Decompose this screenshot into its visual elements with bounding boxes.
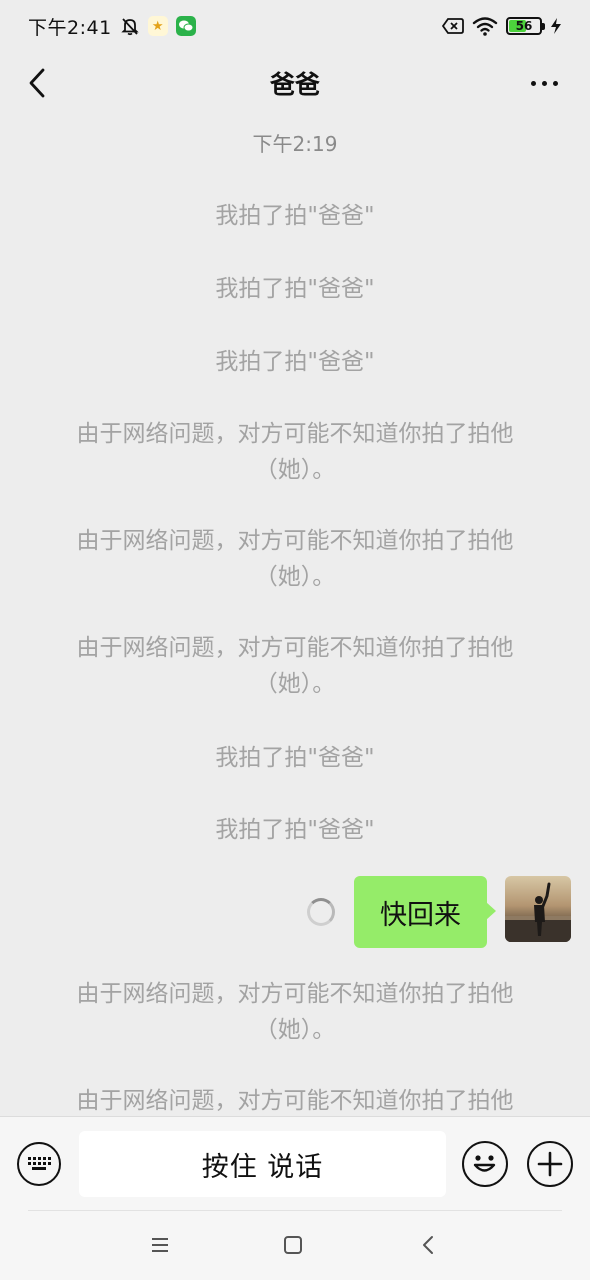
message-timestamp: 下午2:19 xyxy=(252,132,338,156)
back-triangle-icon xyxy=(423,1236,433,1254)
keyboard-toggle-button[interactable] xyxy=(17,1142,61,1186)
system-message: 我拍了拍"爸爸" xyxy=(215,817,375,843)
battery-icon: 56 xyxy=(506,17,545,35)
emoji-button[interactable] xyxy=(462,1141,508,1187)
keyboard-icon xyxy=(28,1157,51,1170)
input-bar: 按住 说话 xyxy=(0,1116,590,1210)
back-chevron-icon xyxy=(29,68,45,98)
system-nav-bar xyxy=(0,1210,590,1280)
system-message: 由于网络问题，对方可能不知道你拍了拍他 xyxy=(76,1088,514,1114)
wechat-icon xyxy=(175,16,196,36)
avatar-photo xyxy=(505,882,571,942)
more-dot xyxy=(541,80,547,86)
plus-icon xyxy=(537,1151,563,1177)
hold-to-talk-button[interactable]: 按住 说话 xyxy=(79,1131,446,1197)
status-time: 下午2:41 xyxy=(28,16,112,39)
status-left: 下午2:41 ★ xyxy=(28,13,196,40)
system-message: 我拍了拍"爸爸" xyxy=(215,203,375,229)
home-square-icon xyxy=(284,1236,302,1254)
gift-app-icon: ★ xyxy=(147,16,168,36)
menu-icon xyxy=(152,1238,168,1252)
system-message: 由于网络问题，对方可能不知道你拍了拍他（她）。 xyxy=(76,635,514,697)
system-message: 由于网络问题，对方可能不知道你拍了拍他（她）。 xyxy=(76,421,514,483)
more-button[interactable] xyxy=(524,64,564,102)
system-message: 我拍了拍"爸爸" xyxy=(215,745,375,771)
more-functions-button[interactable] xyxy=(527,1141,573,1187)
nav-home-button[interactable] xyxy=(280,1232,306,1258)
sim-x-icon xyxy=(442,17,464,35)
sent-message-bubble[interactable]: 快回来 xyxy=(354,876,496,948)
system-message: 由于网络问题，对方可能不知道你拍了拍他（她）。 xyxy=(76,528,514,590)
chat-header: 爸爸 xyxy=(0,52,590,114)
battery-level: 56 xyxy=(515,19,533,33)
system-message: 我拍了拍"爸爸" xyxy=(215,276,375,302)
charging-icon xyxy=(550,17,562,35)
system-message: 由于网络问题，对方可能不知道你拍了拍他（她）。 xyxy=(76,981,514,1043)
chat-messages[interactable]: 下午2:19 我拍了拍"爸爸" 我拍了拍"爸爸" 我拍了拍"爸爸" 由于网络问题… xyxy=(0,114,590,1116)
nav-back-button[interactable] xyxy=(415,1232,441,1258)
bell-off-icon xyxy=(120,16,140,36)
back-button[interactable] xyxy=(18,64,56,102)
emoji-icon xyxy=(473,1155,496,1172)
status-right: 56 xyxy=(442,16,562,36)
sent-message-row: 快回来 xyxy=(0,876,590,948)
status-bar: 下午2:41 ★ 56 xyxy=(0,0,590,52)
system-message: 我拍了拍"爸爸" xyxy=(215,349,375,375)
more-dots-icon xyxy=(530,80,536,86)
more-dot xyxy=(552,80,558,86)
nav-menu-button[interactable] xyxy=(147,1232,173,1258)
page-title: 爸爸 xyxy=(269,70,320,99)
sending-spinner-icon xyxy=(307,898,335,926)
avatar[interactable] xyxy=(505,876,571,942)
nav-divider xyxy=(28,1210,562,1211)
wifi-icon xyxy=(472,16,498,36)
